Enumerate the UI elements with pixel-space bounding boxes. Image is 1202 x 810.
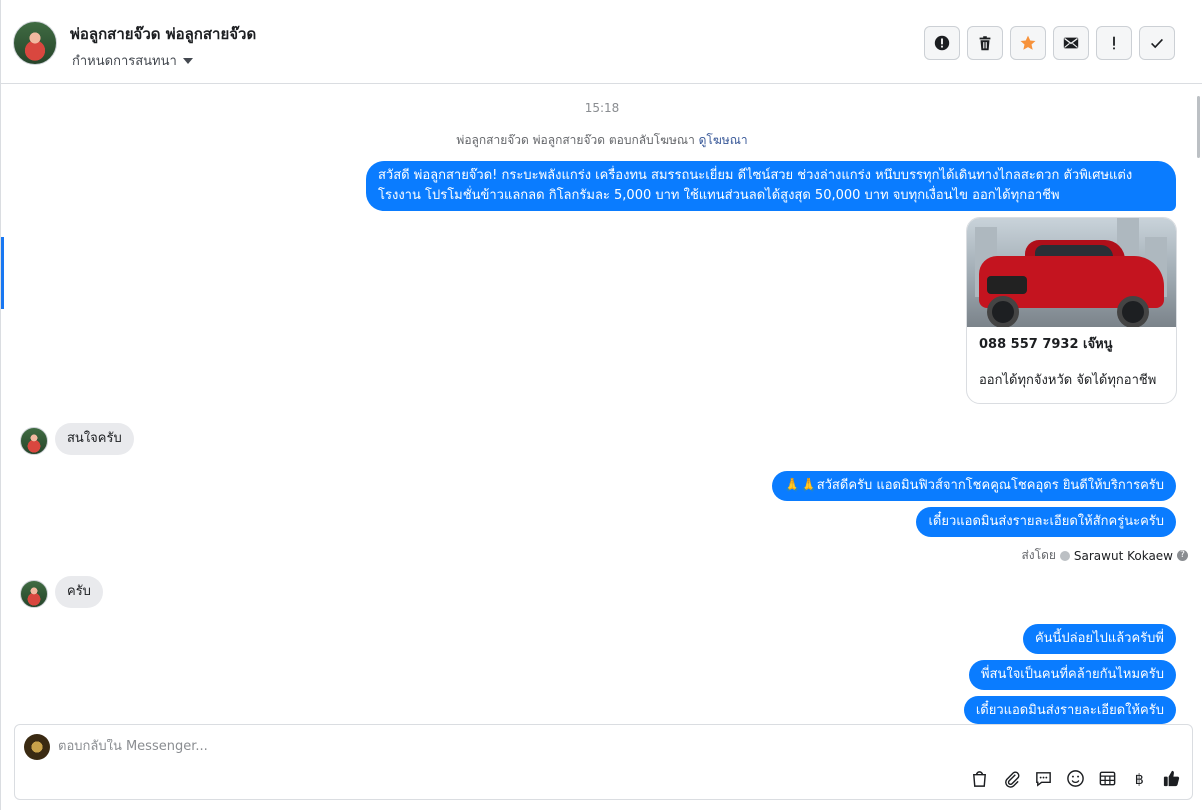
message-incoming: ครับ [55,576,103,608]
message-incoming: สนใจครับ [55,423,134,455]
ad-reply-note: พ่อลูกสายจ๊วด พ่อลูกสายจ๊วด ตอบกลับโฆษณา… [1,131,1202,150]
chevron-down-icon [182,57,193,64]
message-outgoing-greeting: สวัสดี พ่อลูกสายจ๊วด! กระบะพลังแกร่ง เคร… [366,161,1176,211]
header-actions [924,26,1175,60]
sent-by-prefix: ส่งโดย [1021,548,1056,562]
emoji-button[interactable] [1065,768,1086,789]
trash-icon [979,36,991,51]
saved-replies-button[interactable] [1033,768,1054,789]
active-indicator [1,237,4,309]
message-outgoing: เดี๋ยวแอดมินส่งรายละเอียดให้สักครู่นะครั… [916,507,1176,537]
delete-button[interactable] [967,26,1003,60]
follow-up-button[interactable] [1096,26,1132,60]
message-timestamp: 15:18 [584,101,620,115]
report-button[interactable] [924,26,960,60]
report-icon [934,35,950,51]
user-icon [1059,550,1070,561]
baht-icon: ฿ [1135,772,1144,788]
sent-by-label: ส่งโดย Sarawut Kokaew ? [1021,546,1188,565]
reply-composer: ฿ [14,724,1193,800]
like-button[interactable] [1161,768,1182,789]
star-icon [1020,35,1036,50]
table-button[interactable] [1097,768,1118,789]
mark-done-button[interactable] [1139,26,1175,60]
ad-card[interactable]: 088 557 7932 เจ๊หนู ออกได้ทุกจังหวัด จัด… [966,217,1177,404]
attach-button[interactable] [1001,768,1022,789]
payment-button[interactable]: ฿ [1129,768,1150,789]
mark-unread-button[interactable] [1053,26,1089,60]
ad-card-phone: 088 557 7932 เจ๊หนู [979,337,1113,352]
help-icon[interactable]: ? [1177,550,1188,561]
reply-input[interactable] [58,739,558,754]
contact-avatar-small [20,580,48,608]
thumbs-up-icon [1163,770,1180,787]
paperclip-icon [1005,771,1020,788]
message-outgoing: เดี๋ยวแอดมินส่งรายละเอียดให้ครับ [963,696,1176,724]
assign-label: กำหนดการสนทนา [72,54,177,69]
message-outgoing: 🙏🙏สวัสดีครับ แอดมินฟิวส์จากโชคคูณโชคอุดร… [772,471,1176,501]
composer-toolbar: ฿ [969,768,1182,789]
page-avatar [24,734,50,760]
message-outgoing: พี่สนใจเป็นคนที่คล้ายกันไหมครับ [968,660,1176,690]
contact-name[interactable]: พ่อลูกสายจ๊วด พ่อลูกสายจ๊วด [70,22,256,46]
assign-conversation-dropdown[interactable]: กำหนดการสนทนา [72,50,193,71]
view-ad-link[interactable]: ดูโฆษณา [699,133,748,147]
contact-avatar-small [20,427,48,455]
contact-avatar[interactable] [13,21,57,65]
shop-button[interactable] [969,768,990,789]
check-icon [1151,38,1163,49]
sent-by-name[interactable]: Sarawut Kokaew [1074,549,1173,563]
smiley-icon [1067,770,1084,787]
svg-text:฿: ฿ [1135,772,1144,788]
shopping-bag-icon [973,771,986,787]
ad-card-image [967,218,1176,327]
star-button[interactable] [1010,26,1046,60]
mail-icon [1063,37,1079,49]
conversation-header: พ่อลูกสายจ๊วด พ่อลูกสายจ๊วด กำหนดการสนทน… [1,0,1202,84]
message-outgoing: คันนี้ปล่อยไปแล้วครับพี่ [1022,624,1176,654]
chat-bubble-icon [1036,772,1051,787]
ad-reply-text: พ่อลูกสายจ๊วด พ่อลูกสายจ๊วด ตอบกลับโฆษณา [456,133,695,147]
chat-window: พ่อลูกสายจ๊วด พ่อลูกสายจ๊วด กำหนดการสนทน… [0,0,1202,810]
ad-card-caption: ออกได้ทุกจังหวัด จัดได้ทุกอาชีพ [979,373,1157,388]
exclamation-icon [1113,36,1115,50]
table-icon [1099,771,1116,786]
